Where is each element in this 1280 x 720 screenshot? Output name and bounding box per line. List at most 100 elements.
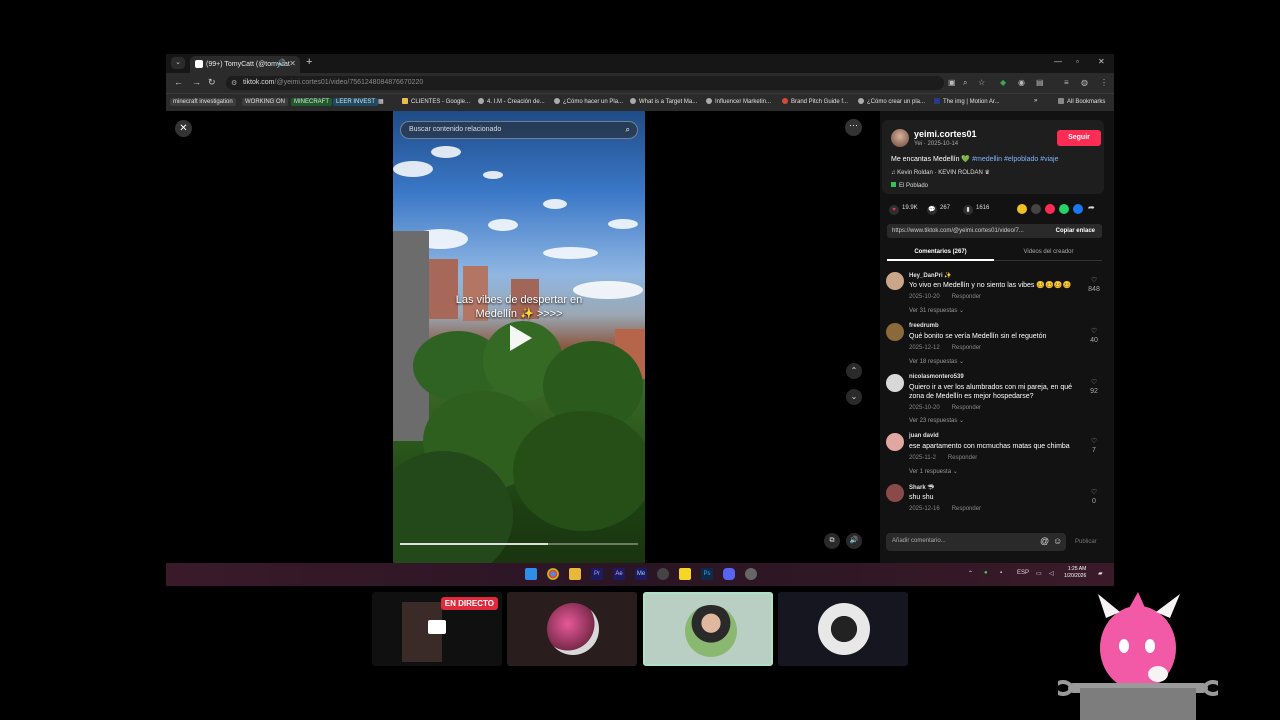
site-info-icon[interactable]: ⚙ — [231, 79, 237, 87]
maximize-icon[interactable]: ▫ — [1076, 57, 1079, 66]
extension-2-icon[interactable]: ◉ — [1018, 78, 1025, 87]
premiere-icon[interactable]: Pr — [591, 568, 603, 580]
search-icon[interactable]: ⌕ — [626, 125, 630, 135]
bookmark-item[interactable]: ¿Cómo crear un pla... — [858, 98, 925, 105]
comment-like-icon[interactable]: ♡ — [1087, 327, 1101, 335]
reply-button[interactable]: Responder — [952, 345, 981, 351]
bookmark-item[interactable]: Influencer Marketin... — [706, 98, 771, 105]
participant-tile-stream[interactable]: EN DIRECTO — [372, 592, 502, 666]
comment-username[interactable]: juan david — [909, 433, 939, 439]
reply-button[interactable]: Responder — [952, 506, 981, 512]
comment-username[interactable]: Shark 🦈 — [909, 484, 935, 491]
comment-username[interactable]: Hey_DanPri ✨ — [909, 272, 952, 279]
tab-creator-videos[interactable]: Videos del creador — [995, 249, 1102, 255]
reload-icon[interactable]: ↻ — [208, 77, 216, 88]
more-options-icon[interactable]: ··· — [845, 119, 862, 136]
chrome-icon[interactable] — [547, 568, 559, 580]
comment-like-icon[interactable]: ♡ — [1087, 437, 1101, 445]
reply-button[interactable]: Responder — [952, 405, 981, 411]
copy-link-button[interactable]: Copiar enlace — [1048, 224, 1102, 238]
bookmarks-overflow-icon[interactable]: » — [1034, 98, 1037, 104]
picture-in-picture-icon[interactable]: ⧉ — [824, 533, 840, 549]
tab-comments[interactable]: Comentarios (267) — [887, 249, 994, 261]
follow-button[interactable]: Seguir — [1057, 130, 1101, 146]
zoom-icon[interactable]: ⌕ — [963, 78, 967, 88]
avatar[interactable] — [886, 272, 904, 290]
participant-tile[interactable] — [778, 592, 908, 666]
location-tag[interactable]: El Poblado — [891, 182, 928, 189]
whatsapp-icon[interactable] — [1059, 204, 1069, 214]
send-icon[interactable] — [1045, 204, 1055, 214]
bookmark-item[interactable]: The img | Motion Ar... — [934, 98, 1000, 105]
link-field[interactable]: https://www.tiktok.com/@yeimi.cortes01/v… — [887, 224, 1102, 238]
obs-icon[interactable] — [657, 568, 669, 580]
bookmark-folder[interactable]: minecraft investigation — [170, 98, 236, 106]
related-search-input[interactable]: Buscar contenido relacionado ⌕ — [400, 121, 638, 139]
tray-app-icon[interactable]: ▪ — [1000, 570, 1002, 576]
network-icon[interactable]: ▭ — [1036, 570, 1042, 577]
volume-tray-icon[interactable]: ◁ — [1049, 570, 1054, 577]
reply-button[interactable]: Responder — [948, 455, 977, 461]
publish-button[interactable]: Publicar — [1075, 539, 1097, 545]
settings-gear-icon[interactable] — [745, 568, 757, 580]
reply-button[interactable]: Responder — [952, 294, 981, 300]
comment-like-icon[interactable]: ♡ — [1087, 378, 1101, 386]
tab-active[interactable]: (99+) TomyCatt (@tomycat 🔊 ✕ — [190, 56, 300, 73]
extensions-puzzle-icon[interactable]: ▤ — [1036, 78, 1044, 87]
music-link[interactable]: ♫ Kevin Roldan · KEVIN ROLDAN ♛ — [891, 169, 990, 176]
avatar[interactable] — [891, 129, 909, 147]
comment-button[interactable]: 💬 267 — [927, 205, 950, 215]
tab-search-icon[interactable]: ⌄ — [171, 57, 185, 69]
emoji-icon[interactable]: ☺ — [1053, 536, 1062, 546]
back-icon[interactable]: ← — [174, 77, 183, 87]
add-comment-input[interactable]: Añadir comentario... @ ☺ — [886, 533, 1066, 551]
after-effects-icon[interactable]: Ae — [613, 568, 625, 580]
language-indicator[interactable]: ESP — [1017, 570, 1029, 576]
save-button[interactable]: ▮ 1616 — [963, 205, 989, 215]
close-viewer-icon[interactable]: ✕ — [175, 120, 192, 137]
participant-tile-speaking[interactable] — [643, 592, 773, 666]
video-progress-bar[interactable] — [400, 543, 638, 545]
avatar[interactable] — [886, 323, 904, 341]
like-button[interactable]: ♥ 19.9K — [889, 205, 918, 215]
view-replies-button[interactable]: Ver 1 respuesta ⌄ — [909, 468, 958, 475]
photoshop-icon[interactable]: Ps — [701, 568, 713, 580]
bookmark-folder[interactable]: LEER INVEST — [333, 98, 379, 106]
next-video-icon[interactable]: ⌄ — [846, 389, 862, 405]
menu-kebab-icon[interactable]: ⋮ — [1100, 78, 1108, 87]
media-encoder-icon[interactable]: Me — [635, 568, 647, 580]
view-replies-button[interactable]: Ver 23 respuestas ⌄ — [909, 417, 964, 424]
avatar[interactable] — [886, 433, 904, 451]
comment-like-icon[interactable]: ♡ — [1087, 488, 1101, 496]
bookmark-star-icon[interactable]: ☆ — [978, 78, 985, 87]
minimize-icon[interactable]: — — [1054, 57, 1062, 66]
share-arrow-icon[interactable]: ➦ — [1088, 203, 1095, 212]
emoji-share-icon[interactable] — [1017, 204, 1027, 214]
view-replies-button[interactable]: Ver 31 respuestas ⌄ — [909, 307, 964, 314]
bookmark-item[interactable]: 4. I.M - Creación de... — [478, 98, 545, 105]
tray-overflow-icon[interactable]: ⌃ — [968, 570, 973, 577]
view-replies-button[interactable]: Ver 18 respuestas ⌄ — [909, 358, 964, 365]
previous-video-icon[interactable]: ⌃ — [846, 363, 862, 379]
comment-username[interactable]: freedrumb — [909, 323, 939, 329]
avatar[interactable] — [886, 374, 904, 392]
play-icon[interactable] — [510, 325, 532, 351]
cast-icon[interactable]: ▣ — [948, 78, 956, 87]
video-player[interactable]: Buscar contenido relacionado ⌕ Las vibes… — [393, 111, 645, 563]
bookmark-item[interactable]: What is a Target Ma... — [630, 98, 697, 105]
author-username[interactable]: yeimi.cortes01 — [914, 129, 977, 139]
comment-username[interactable]: nicolasmontero539 — [909, 374, 964, 380]
file-explorer-icon[interactable] — [569, 568, 581, 580]
notifications-icon[interactable]: ▰ — [1098, 570, 1103, 577]
url-input[interactable]: ⚙ tiktok.com/@yeimi.cortes01/video/75612… — [226, 76, 944, 90]
tab-close-icon[interactable]: ✕ — [289, 59, 296, 68]
bookmark-item[interactable]: CLIENTES - Google... — [402, 98, 470, 105]
extension-icon[interactable]: ◆ — [1000, 78, 1006, 87]
apps-grid-icon[interactable]: ▦ — [378, 98, 384, 105]
bookmark-folder[interactable]: MINECRAFT — [291, 98, 332, 106]
participant-tile[interactable] — [507, 592, 637, 666]
embed-icon[interactable] — [1031, 204, 1041, 214]
audio-playing-icon[interactable]: 🔊 — [277, 59, 286, 67]
bookmark-item[interactable]: ¿Cómo hacer un Pla... — [554, 98, 623, 105]
new-tab-icon[interactable]: + — [306, 56, 312, 68]
